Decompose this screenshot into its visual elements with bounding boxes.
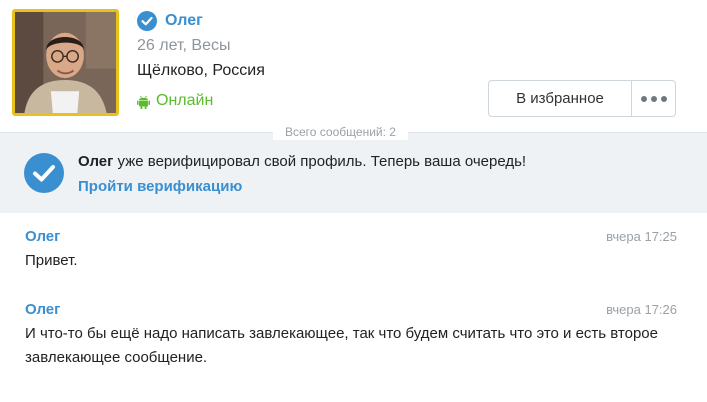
- avatar-photo: [15, 12, 116, 113]
- profile-age-sign: 26 лет, Весы: [137, 37, 231, 54]
- message-header: Олег вчера 17:25: [25, 228, 677, 245]
- avatar[interactable]: [12, 9, 119, 116]
- online-status: Онлайн: [137, 92, 213, 110]
- profile-actions: В избранное: [488, 80, 676, 117]
- verified-check-icon: [24, 153, 64, 193]
- verification-message: уже верифицировал свой профиль. Теперь в…: [113, 153, 527, 170]
- verification-banner: Олег уже верифицировал свой профиль. Теп…: [0, 133, 707, 213]
- message-text: Привет.: [25, 252, 78, 269]
- message-author[interactable]: Олег: [25, 228, 60, 245]
- message-time: вчера 17:26: [606, 302, 677, 317]
- start-verification-link[interactable]: Пройти верификацию: [78, 178, 242, 195]
- more-dots-icon: [640, 95, 647, 102]
- add-to-favorites-button[interactable]: В избранное: [489, 81, 632, 116]
- more-options-button[interactable]: [632, 81, 675, 116]
- verification-name[interactable]: Олег: [78, 153, 113, 170]
- online-status-label: Онлайн: [156, 92, 214, 109]
- message-time: вчера 17:25: [606, 229, 677, 244]
- verified-check-icon: [137, 11, 157, 31]
- message-header: Олег вчера 17:26: [25, 301, 677, 318]
- profile-location: Щёлково, Россия: [137, 62, 265, 79]
- name-row: Олег: [137, 11, 203, 31]
- android-icon: [137, 95, 150, 109]
- message-author[interactable]: Олег: [25, 301, 60, 318]
- profile-name[interactable]: Олег: [165, 12, 203, 30]
- profile-header: Олег 26 лет, Весы Щёлково, Россия Онлайн…: [0, 0, 707, 132]
- message-item: Олег вчера 17:26 И что-то бы ещё надо на…: [25, 301, 677, 370]
- messages-count: Всего сообщений: 2: [273, 124, 408, 140]
- message-item: Олег вчера 17:25 Привет.: [25, 228, 677, 273]
- message-text: И что-то бы ещё надо написать завлекающе…: [25, 325, 658, 366]
- verification-text: Олег уже верифицировал свой профиль. Теп…: [78, 153, 526, 170]
